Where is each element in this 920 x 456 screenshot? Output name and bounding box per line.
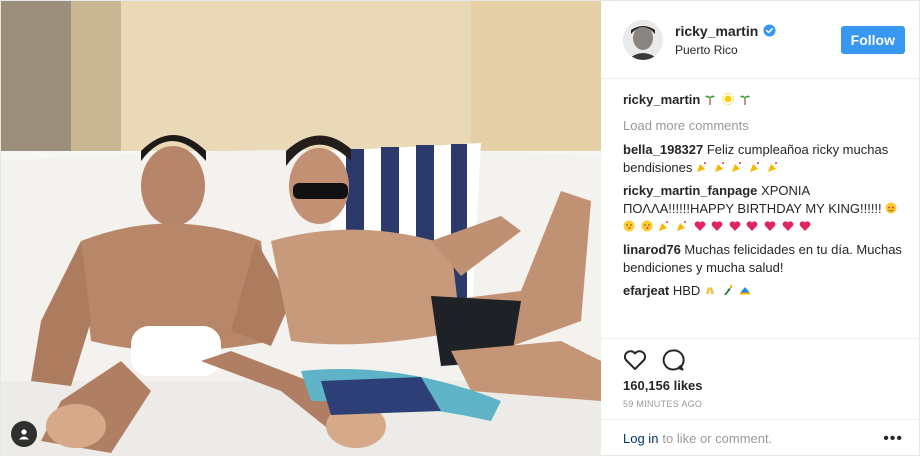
comment-username[interactable]: linarod76 bbox=[623, 242, 681, 257]
kiss-face-icon bbox=[623, 220, 635, 232]
more-options-button[interactable]: ••• bbox=[883, 430, 903, 448]
party-popper-icon bbox=[767, 162, 777, 172]
instagram-post: ricky_martin Puerto Rico Follow ricky_ma… bbox=[0, 0, 920, 456]
heart-icon bbox=[729, 221, 741, 231]
post-side-panel: ricky_martin Puerto Rico Follow ricky_ma… bbox=[601, 1, 919, 456]
caption-emojis bbox=[704, 92, 753, 107]
comment-bubble-icon[interactable] bbox=[661, 348, 685, 372]
party-popper-icon bbox=[732, 162, 742, 172]
party-popper-icon bbox=[697, 162, 707, 172]
heart-eyes-icon bbox=[885, 202, 897, 214]
comment-emojis bbox=[696, 160, 781, 175]
comment-text: HBD bbox=[672, 283, 701, 298]
load-more-comments-button[interactable]: Load more comments bbox=[623, 117, 903, 135]
post-actions bbox=[601, 338, 919, 372]
username-row: ricky_martin bbox=[675, 23, 841, 39]
palm-tree-icon bbox=[740, 95, 751, 105]
login-prompt-text: to like or comment. bbox=[662, 431, 773, 446]
comment-username[interactable]: ricky_martin_fanpage bbox=[623, 183, 757, 198]
location-link[interactable]: Puerto Rico bbox=[675, 43, 841, 57]
heart-icon bbox=[764, 221, 776, 231]
avatar[interactable] bbox=[623, 19, 663, 60]
header-username[interactable]: ricky_martin bbox=[675, 23, 758, 39]
comment-username[interactable]: bella_198327 bbox=[623, 142, 703, 157]
post-footer: Log in to like or comment. ••• bbox=[601, 419, 919, 456]
caption: ricky_martin bbox=[623, 91, 903, 109]
photo-illustration bbox=[1, 1, 601, 456]
post-photo[interactable] bbox=[1, 1, 601, 456]
champagne-icon bbox=[723, 285, 732, 295]
caption-username[interactable]: ricky_martin bbox=[623, 92, 700, 107]
heart-icon bbox=[782, 221, 793, 231]
palm-tree-icon bbox=[704, 95, 715, 105]
clapping-hands-icon bbox=[705, 287, 714, 294]
kiss-face-icon bbox=[641, 220, 653, 232]
comments-section: ricky_martin Load more comments bella_19… bbox=[601, 79, 919, 338]
comment: bella_198327 Feliz cumpleañoa ricky much… bbox=[623, 141, 903, 177]
heart-icon bbox=[799, 221, 811, 231]
comment-username[interactable]: efarjeat bbox=[623, 283, 669, 298]
party-popper-icon bbox=[676, 221, 686, 231]
likes-count[interactable]: 160,156 likes bbox=[601, 372, 919, 393]
avatar-image bbox=[623, 19, 663, 60]
account-info: ricky_martin Puerto Rico bbox=[675, 23, 841, 57]
like-heart-icon[interactable] bbox=[623, 349, 647, 371]
comment-emojis bbox=[704, 283, 753, 298]
verified-badge-icon bbox=[763, 24, 776, 37]
post-timestamp[interactable]: 59 MINUTES AGO bbox=[601, 393, 919, 409]
party-popper-icon bbox=[749, 162, 759, 172]
follow-button[interactable]: Follow bbox=[840, 25, 905, 54]
comment: linarod76 Muchas felicidades en tu día. … bbox=[623, 241, 903, 277]
login-link[interactable]: Log in bbox=[623, 431, 658, 446]
heart-icon bbox=[711, 221, 723, 231]
sun-icon bbox=[721, 93, 734, 105]
heart-icon bbox=[694, 221, 705, 231]
tagged-user-icon[interactable] bbox=[11, 421, 37, 447]
party-hat-icon bbox=[740, 287, 751, 295]
party-popper-icon bbox=[714, 162, 724, 172]
post-header: ricky_martin Puerto Rico Follow bbox=[601, 1, 919, 79]
comment: efarjeat HBD bbox=[623, 282, 903, 300]
comment: ricky_martin_fanpage XPONIA ΠΟΛΛΑ!!!!!!H… bbox=[623, 182, 903, 236]
party-popper-icon bbox=[659, 221, 669, 231]
heart-icon bbox=[747, 221, 758, 231]
